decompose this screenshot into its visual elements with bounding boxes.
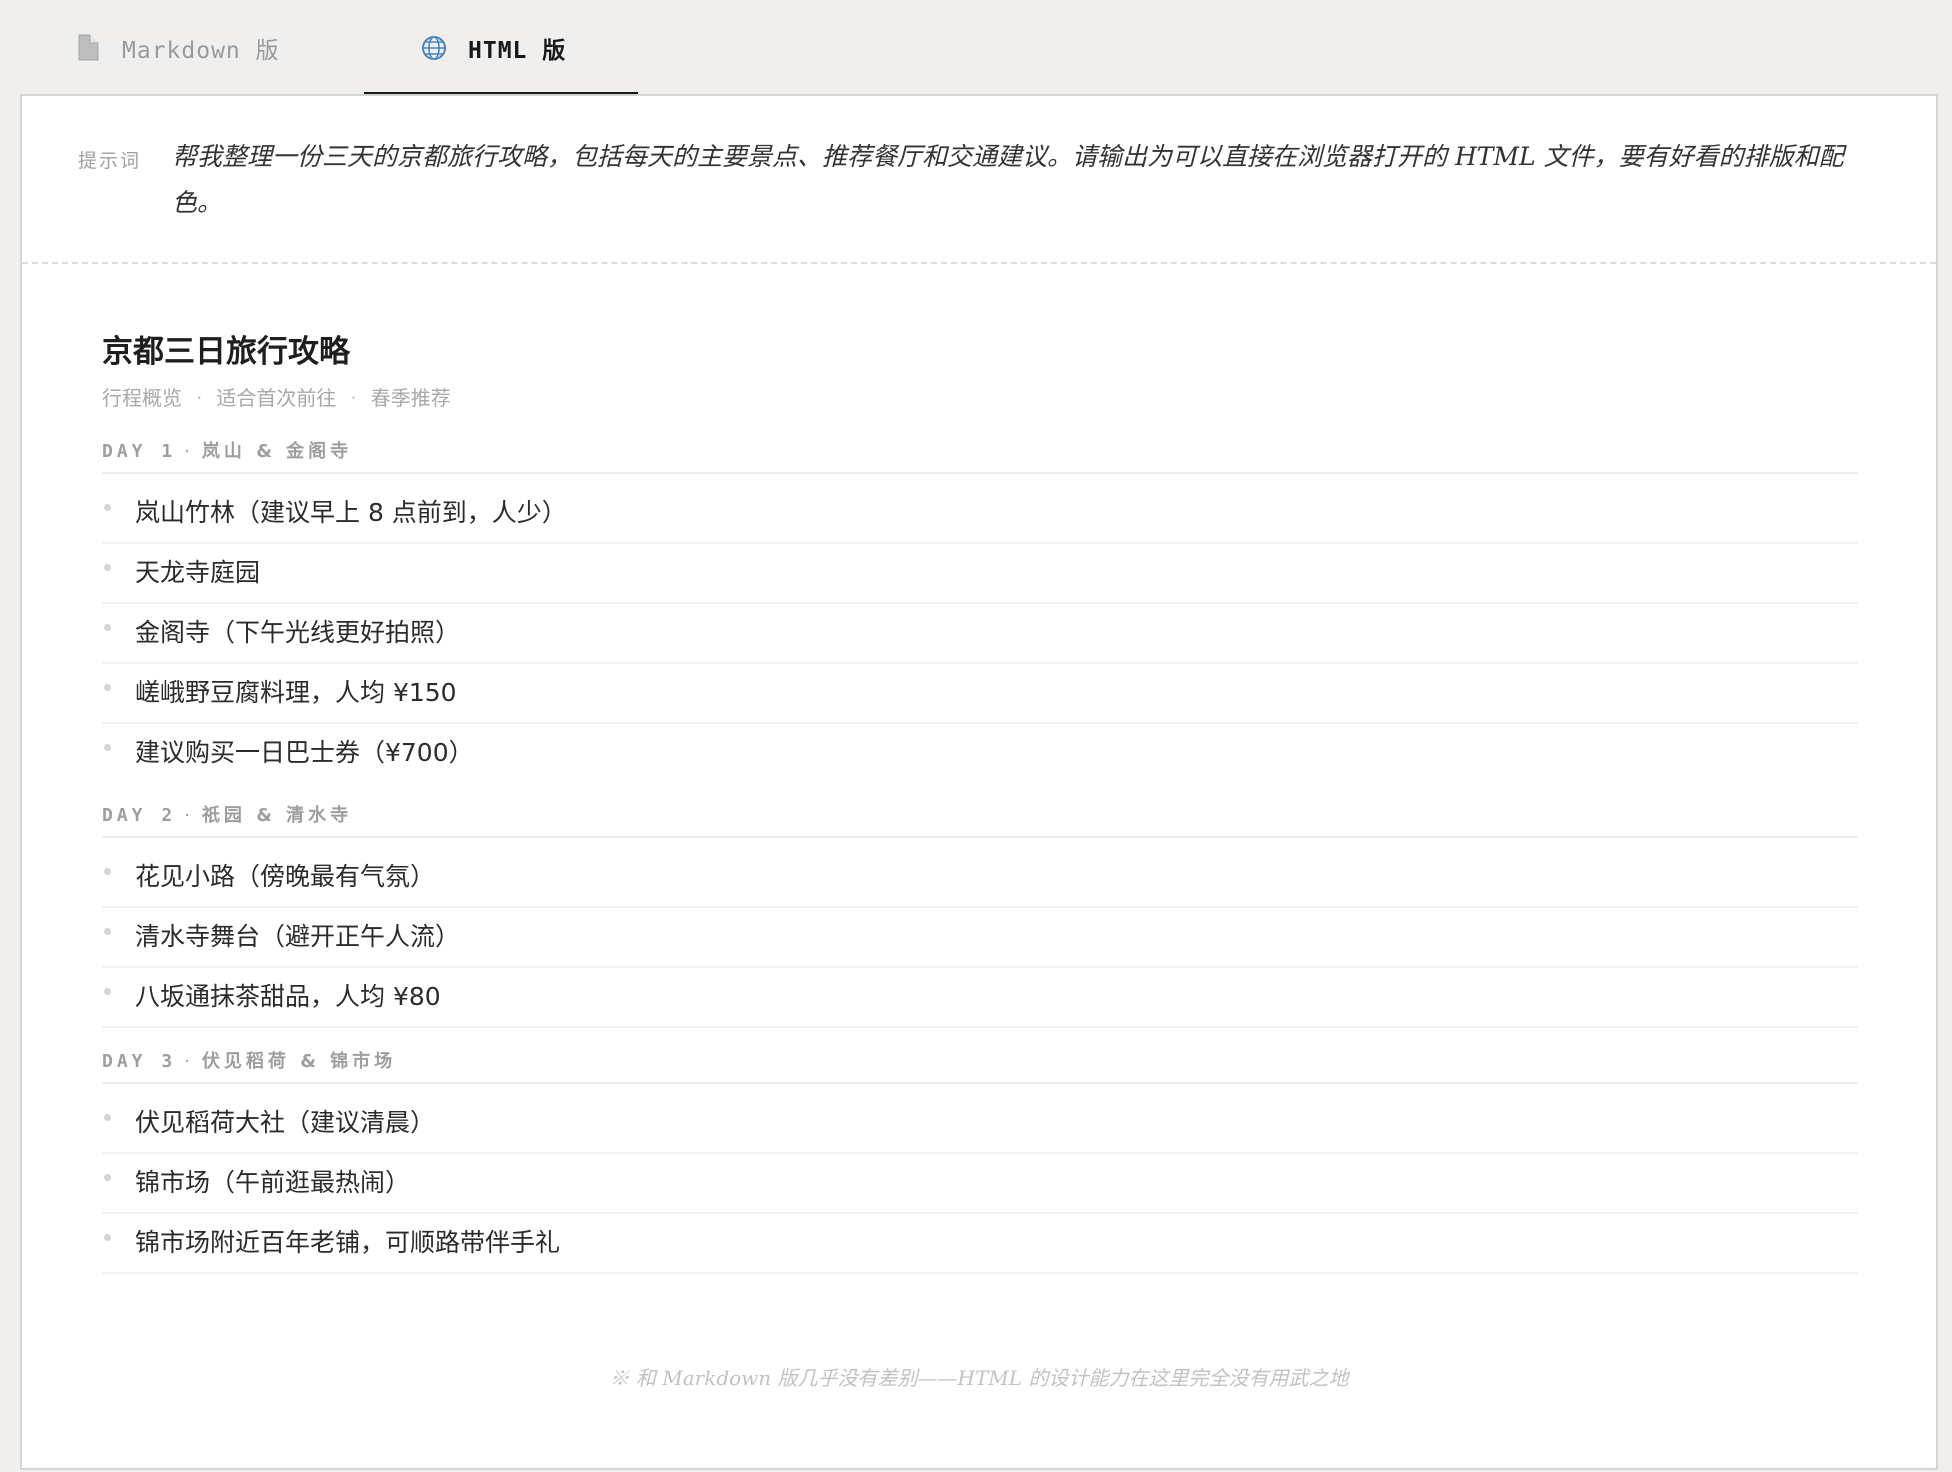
meta-item: 行程概览 [102, 386, 182, 410]
list-item: 锦市场（午前逛最热闹） [102, 1154, 1858, 1214]
day-code: DAY 2 [102, 805, 177, 826]
day-separator: · [184, 805, 194, 826]
page-title: 京都三日旅行攻略 [102, 334, 350, 370]
day-heading: DAY 2 · 祇园 & 清水寺 [102, 796, 1858, 838]
tab-markdown[interactable]: Markdown 版 [76, 0, 336, 96]
document-icon [76, 33, 102, 63]
tab-html[interactable]: HTML 版 [364, 0, 638, 96]
content-panel: 提示词 帮我整理一份三天的京都旅行攻略，包括每天的主要景点、推荐餐厅和交通建议。… [20, 94, 1938, 1470]
meta-item: 适合首次前往 [216, 386, 337, 410]
doc-meta: 行程概览 · 适合首次前往 · 春季推荐 [102, 378, 1858, 418]
day-title: 伏见稻荷 & 锦市场 [201, 1051, 397, 1072]
rendered-document: 京都三日旅行攻略 行程概览 · 适合首次前往 · 春季推荐 DAY 1 · 岚山 & 金阁寺… [102, 326, 1858, 1274]
list-item: 天龙寺庭园 [102, 544, 1858, 604]
day-separator: · [184, 441, 194, 462]
day-items: 花见小路（傍晚最有气氛） 清水寺舞台（避开正午人流） 八坂通抹茶甜品，人均 ¥8… [102, 848, 1858, 1028]
day-items: 伏见稻荷大社（建议清晨） 锦市场（午前逛最热闹） 锦市场附近百年老铺，可顺路带伴… [102, 1094, 1858, 1274]
day-code: DAY 1 [102, 441, 177, 462]
list-item: 花见小路（傍晚最有气氛） [102, 848, 1858, 908]
day-heading: DAY 3 · 伏见稻荷 & 锦市场 [102, 1042, 1858, 1084]
day-code: DAY 3 [102, 1051, 177, 1072]
list-item: 锦市场附近百年老铺，可顺路带伴手礼 [102, 1214, 1858, 1274]
meta-item: 春季推荐 [370, 386, 451, 410]
day-heading: DAY 1 · 岚山 & 金阁寺 [102, 432, 1858, 474]
day-section-2: DAY 2 · 祇园 & 清水寺 花见小路（傍晚最有气氛） 清水寺舞台（避开正午人流… [102, 796, 1858, 1028]
day-title: 祇园 & 清水寺 [201, 805, 353, 826]
list-item: 八坂通抹茶甜品，人均 ¥80 [102, 968, 1858, 1028]
meta-separator: · [350, 386, 357, 410]
day-section-1: DAY 1 · 岚山 & 金阁寺 岚山竹林（建议早上 8 点前到，人少） 天龙寺庭园… [102, 432, 1858, 782]
day-section-3: DAY 3 · 伏见稻荷 & 锦市场 伏见稻荷大社（建议清晨） 锦市场（午前逛最热闹… [102, 1042, 1858, 1274]
day-items: 岚山竹林（建议早上 8 点前到，人少） 天龙寺庭园 金阁寺（下午光线更好拍照） … [102, 484, 1858, 782]
meta-separator: · [196, 386, 203, 410]
tab-markdown-label: Markdown 版 [122, 38, 280, 64]
day-separator: · [184, 1051, 194, 1072]
prompt-label: 提示词 [78, 150, 142, 172]
tab-bar: Markdown 版 HTML 版 [0, 0, 1952, 96]
prompt-text: 帮我整理一份三天的京都旅行攻略，包括每天的主要景点、推荐餐厅和交通建议。请输出为… [172, 142, 1844, 217]
prompt-section: 提示词 帮我整理一份三天的京都旅行攻略，包括每天的主要景点、推荐餐厅和交通建议。… [22, 96, 1936, 264]
footnote: ※ 和 Markdown 版几乎没有差别——HTML 的设计能力在这里完全没有用… [609, 1366, 1349, 1390]
tab-html-label: HTML 版 [468, 38, 567, 64]
list-item: 金阁寺（下午光线更好拍照） [102, 604, 1858, 664]
list-item: 岚山竹林（建议早上 8 点前到，人少） [102, 484, 1858, 544]
list-item: 伏见稻荷大社（建议清晨） [102, 1094, 1858, 1154]
list-item: 清水寺舞台（避开正午人流） [102, 908, 1858, 968]
list-item: 嵯峨野豆腐料理，人均 ¥150 [102, 664, 1858, 724]
globe-icon [420, 34, 448, 62]
list-item: 建议购买一日巴士券（¥700） [102, 724, 1858, 782]
day-title: 岚山 & 金阁寺 [201, 441, 353, 462]
